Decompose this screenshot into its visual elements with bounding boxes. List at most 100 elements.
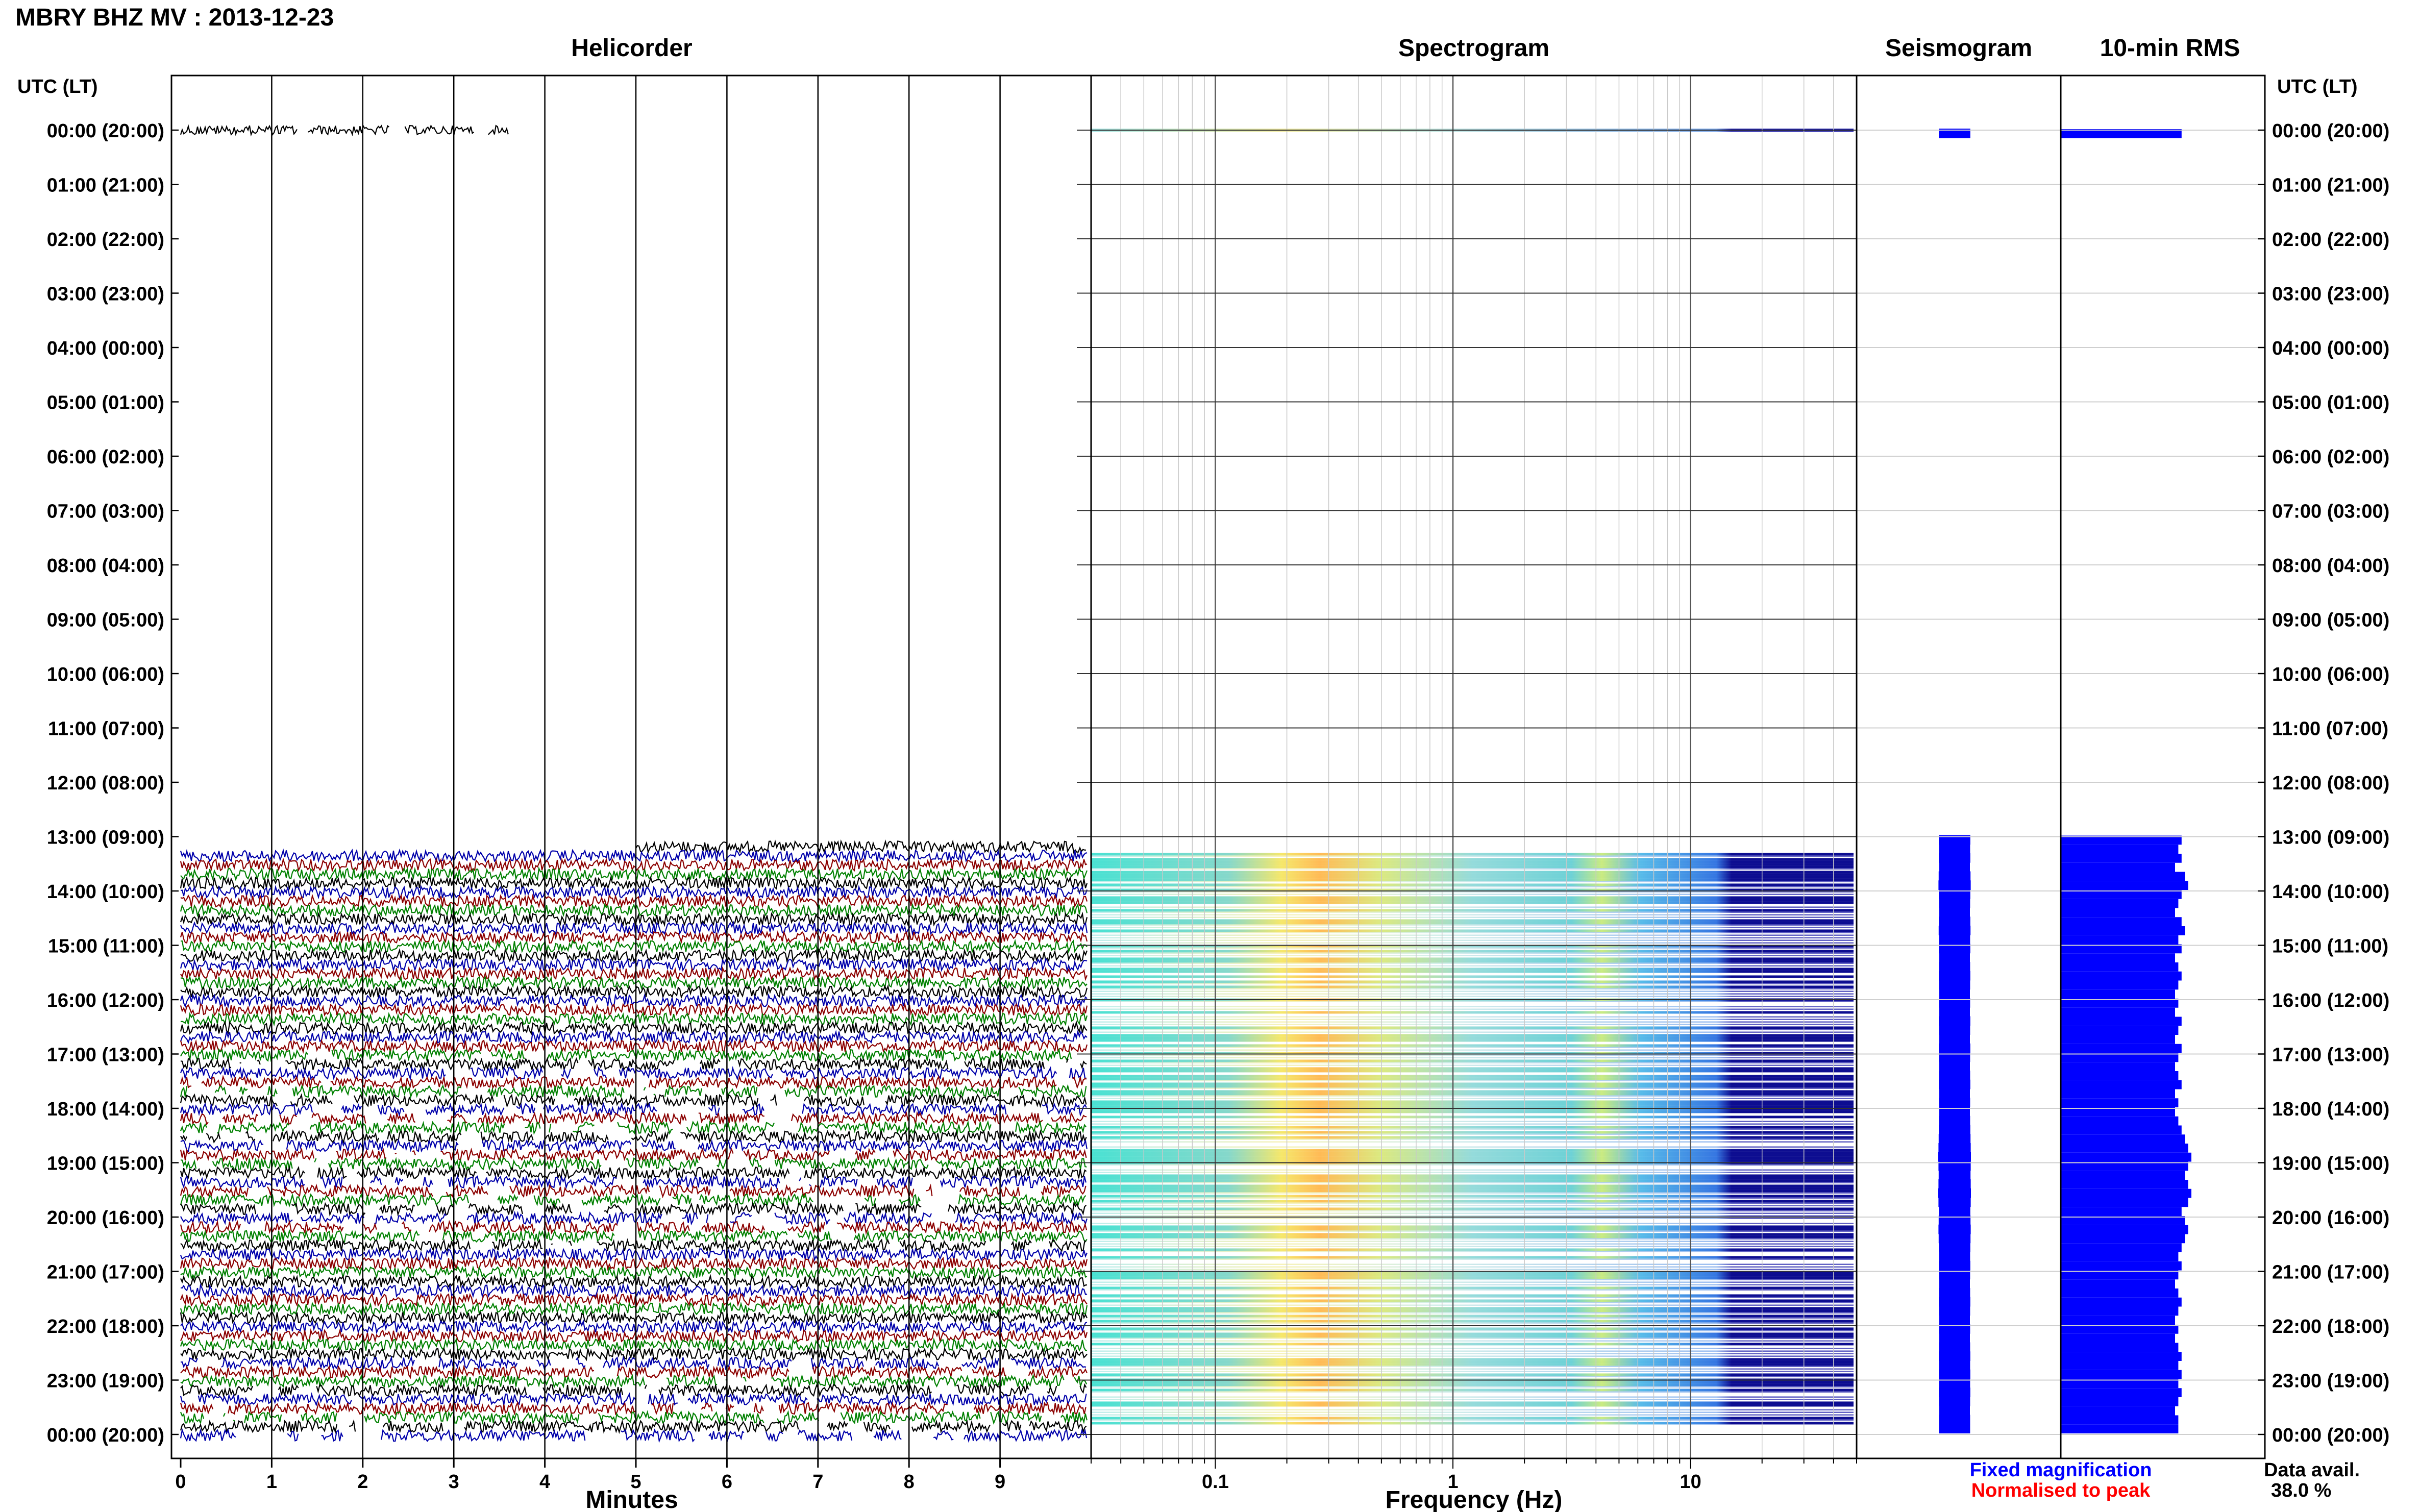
helicorder-trace-line (180, 966, 1088, 981)
spectrogram-band (1091, 1200, 1854, 1203)
rms-bar (2061, 1188, 2191, 1198)
spectrogram-band (1091, 1177, 1854, 1180)
spectrogram-band (1091, 909, 1854, 912)
spectrogram-band (1091, 1274, 1854, 1277)
seismogram-segment (1938, 1143, 1971, 1153)
spectrogram-band (1091, 883, 1854, 886)
seismogram-segment (1939, 1007, 1970, 1017)
minute-tick-label: 0 (175, 1471, 186, 1493)
time-label-left: 07:00 (03:00) (47, 501, 164, 523)
helicorder-trace-line (180, 884, 1088, 900)
seismogram-segment (1938, 1224, 1971, 1234)
spectrogram-band (1091, 1218, 1854, 1219)
seismogram-segment (1939, 980, 1970, 990)
spectrogram-band (1091, 1077, 1854, 1080)
seismogram-segment (1938, 1197, 1971, 1207)
spectrogram-band (1091, 855, 1854, 857)
time-label-right: 12:00 (08:00) (2272, 773, 2389, 794)
spectrogram-band (1091, 896, 1854, 899)
spectrogram-band (1091, 927, 1854, 928)
seismogram-segment (1939, 1016, 1970, 1026)
rms-bar (2061, 989, 2175, 999)
helicorder-xlabel: Minutes (585, 1486, 678, 1512)
rms-bar (2061, 953, 2175, 962)
spectrogram-band (1091, 858, 1854, 861)
spectrogram-band (1091, 1090, 1854, 1093)
spectrogram-band (1091, 1396, 1854, 1398)
spectrogram-band (1091, 1210, 1854, 1211)
helicorder-trace-line (180, 1292, 1088, 1307)
seismogram-segment (1939, 1034, 1970, 1044)
spectrogram-band (1091, 1246, 1854, 1247)
rms-bar (2061, 1361, 2179, 1370)
spectrogram-band (1091, 1105, 1854, 1108)
spectrogram-band (1091, 1243, 1854, 1245)
legend-normalised-to-peak: Normalised to peak (1971, 1480, 2151, 1501)
seismogram-segment (1938, 1152, 1971, 1162)
frequency-tick-label: 10 (1680, 1471, 1701, 1493)
spectrogram-band (1091, 1082, 1854, 1085)
rms-bar (2061, 962, 2179, 972)
helicorder-trace-line (180, 1002, 1088, 1018)
helicorder-trace-line (180, 866, 1088, 882)
time-label-right: 11:00 (07:00) (2272, 718, 2388, 740)
rms-bar (2061, 1225, 2188, 1234)
spectrogram-band (1091, 1182, 1854, 1183)
spectrogram-band (1091, 1315, 1854, 1318)
spectrogram-band (1091, 1299, 1854, 1302)
rms-bar (2061, 1316, 2175, 1325)
spectrogram-band (1091, 1100, 1854, 1103)
spectrogram-band (1091, 1008, 1854, 1010)
time-label-left: 04:00 (00:00) (47, 338, 164, 359)
spectrogram-band (1091, 863, 1854, 866)
spectrogram-band (1091, 865, 1854, 869)
time-label-right: 19:00 (15:00) (2272, 1153, 2389, 1175)
spectrogram-band (1091, 1223, 1854, 1224)
helicorder-trace-line (180, 1365, 1088, 1380)
spectrogram-band (1091, 1414, 1854, 1416)
seismic-figure: MBRY BHZ MV : 2013-12-23 Helicorder Spec… (15, 4, 2389, 1512)
seismogram-segment (1939, 1260, 1970, 1271)
spectrogram-band (1091, 1080, 1854, 1081)
spectrogram-band (1091, 1391, 1854, 1393)
spectrogram-band (1091, 1197, 1854, 1199)
time-label-right: 23:00 (19:00) (2272, 1371, 2389, 1392)
spectrogram-band (1091, 876, 1854, 879)
spectrogram-band (1091, 929, 1854, 932)
time-label-right: 06:00 (02:00) (2272, 447, 2389, 468)
time-label-left: 21:00 (17:00) (47, 1262, 164, 1283)
spectrogram-band (1091, 1422, 1854, 1425)
spectrogram-band (1091, 988, 1854, 989)
spectrogram-band (1091, 1376, 1854, 1377)
spectrogram-band (1091, 916, 1854, 918)
spectrogram-band (1091, 1093, 1854, 1096)
data-availability-label: Data avail. (2264, 1459, 2360, 1481)
spectrogram-band (1091, 1371, 1854, 1372)
seismogram-segment (1939, 989, 1970, 999)
spectrogram-band (1091, 1251, 1854, 1252)
time-label-right: 14:00 (10:00) (2272, 881, 2389, 903)
spectrogram-band (1091, 1235, 1854, 1238)
spectrogram-band (1091, 947, 1854, 949)
time-label-left: 20:00 (16:00) (47, 1207, 164, 1229)
spectrogram-band (1091, 1085, 1854, 1088)
spectrogram-band (1091, 1269, 1854, 1270)
helicorder-trace-line (180, 1038, 1088, 1054)
spectrogram-band (1091, 1419, 1854, 1421)
spectrogram-band (1091, 1276, 1854, 1279)
spectrogram-band (1091, 1327, 1854, 1330)
seismogram-segment (1938, 926, 1971, 935)
time-label-left: 00:00 (20:00) (47, 1425, 164, 1446)
helicorder-trace-line (180, 1355, 1087, 1371)
spectrogram-band (1091, 906, 1854, 908)
spectrogram-band (1091, 1024, 1854, 1025)
helicorder-trace-line (180, 1156, 1087, 1172)
spectrogram-band (1091, 1067, 1854, 1070)
spectrogram-band (1091, 853, 1854, 856)
rms-bar (2061, 971, 2182, 981)
seismogram-segment (1939, 844, 1970, 854)
time-label-right: 08:00 (04:00) (2272, 555, 2389, 577)
spectrogram-band (1091, 965, 1854, 966)
spectrogram-band (1091, 1075, 1854, 1078)
spectrogram-band (1091, 1383, 1854, 1386)
